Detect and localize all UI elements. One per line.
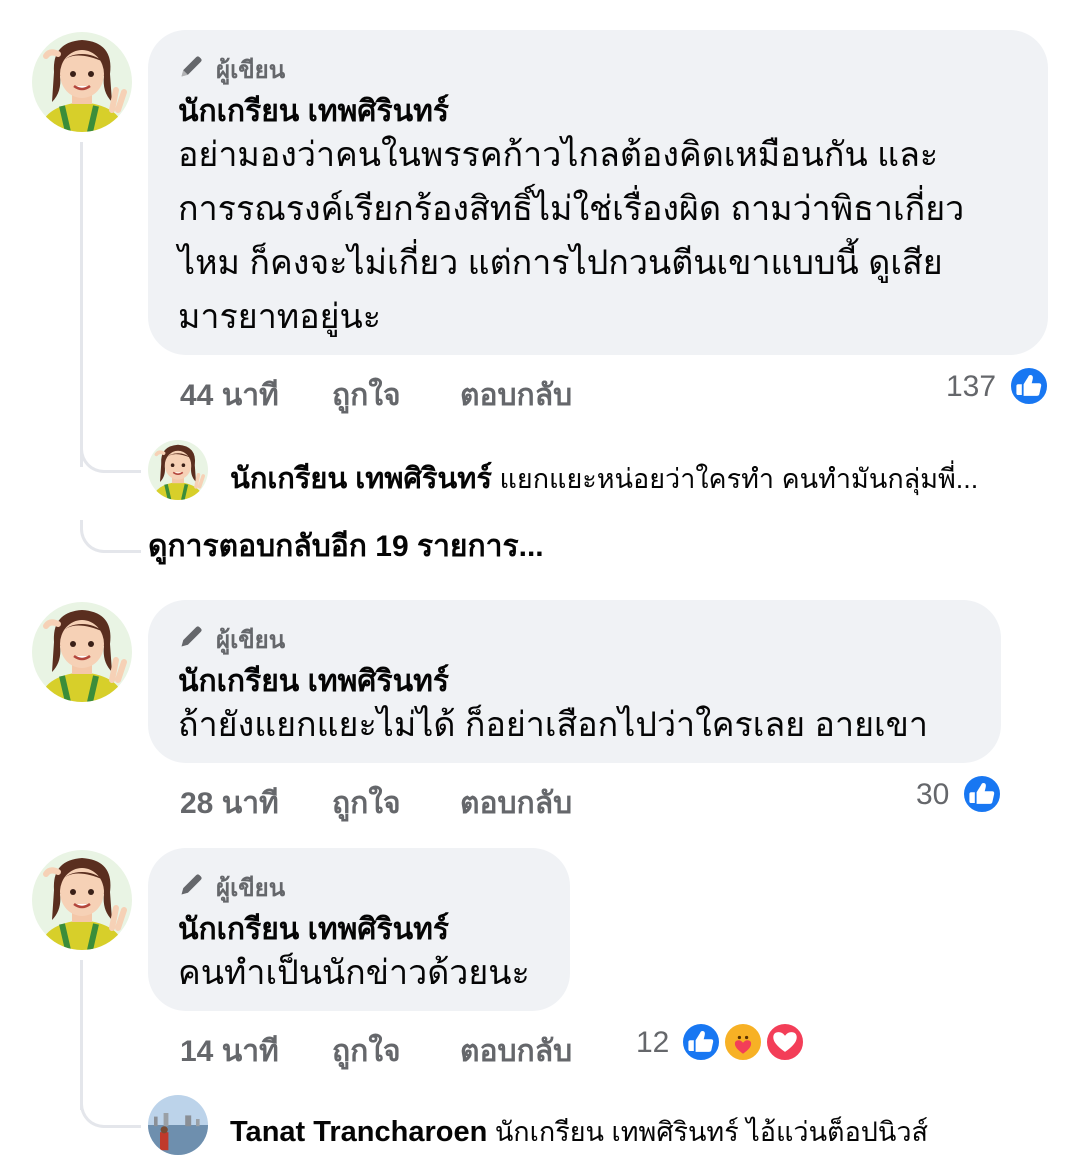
care-icon[interactable]	[722, 1021, 764, 1063]
comment-text: ถ้ายังแยกแยะไม่ได้ ก็อย่าเสือกไปว่าใครเล…	[178, 706, 928, 744]
author-badge: ผู้เขียน	[178, 50, 285, 89]
reply-avatar[interactable]	[148, 440, 208, 500]
author-badge-label: ผู้เขียน	[216, 627, 286, 654]
author-badge-label: ผู้เขียน	[216, 57, 286, 84]
comment-text: คนทำเป็นนักข่าวด้วยนะ	[178, 954, 530, 992]
reply-author[interactable]: นักเกรียน เทพศิรินทร์	[230, 463, 492, 495]
like-icon[interactable]	[961, 773, 1003, 815]
like-button[interactable]: ถูกใจ	[332, 780, 401, 827]
reply-button[interactable]: ตอบกลับ	[460, 780, 572, 827]
comment-bubble: ผู้เขียน นักเกรียน เทพศิรินทร์ อย่ามองว่…	[148, 30, 1048, 355]
reply-button[interactable]: ตอบกลับ	[460, 1028, 572, 1075]
comment-bubble: ผู้เขียน นักเกรียน เทพศิรินทร์ ถ้ายังแยก…	[148, 600, 1001, 763]
thread-line	[80, 960, 83, 1110]
like-button[interactable]: ถูกใจ	[332, 1028, 401, 1075]
like-icon[interactable]	[680, 1021, 722, 1063]
reaction-count[interactable]: 12	[636, 1026, 669, 1060]
reaction-count[interactable]: 137	[946, 370, 996, 404]
like-icon[interactable]	[1008, 365, 1050, 407]
comment-line: มารยาทอยู่นะ	[178, 298, 382, 336]
pencil-icon	[178, 870, 206, 905]
avatar[interactable]	[32, 602, 132, 702]
author-badge: ผู้เขียน	[178, 868, 285, 907]
comment-line: อย่ามองว่าคนในพรรคก้าวไกลต้องคิดเหมือนกั…	[178, 136, 939, 174]
pencil-icon	[178, 52, 206, 87]
reply-text: นักเกรียน เทพศิรินทร์ ไอ้แว่นต็อปนิวส์	[494, 1117, 929, 1147]
reply-text: แยกแยะหน่อยว่าใครทำ คนทำมันกลุ่มพี่...	[499, 464, 979, 494]
reply-avatar[interactable]	[148, 1095, 208, 1155]
avatar[interactable]	[32, 32, 132, 132]
thread-connector	[80, 440, 141, 473]
reaction-count[interactable]: 30	[916, 778, 949, 812]
like-button[interactable]: ถูกใจ	[332, 372, 401, 419]
reply-preview[interactable]: นักเกรียน เทพศิรินทร์ แยกแยะหน่อยว่าใครท…	[230, 455, 1050, 501]
reply-preview[interactable]: Tanat Trancharoen นักเกรียน เทพศิรินทร์ …	[230, 1110, 1070, 1153]
comment-time[interactable]: 28 นาที	[180, 780, 279, 827]
comment-text: อย่ามองว่าคนในพรรคก้าวไกลต้องคิดเหมือนกั…	[178, 128, 964, 344]
thread-connector	[80, 1095, 141, 1128]
view-more-replies[interactable]: ดูการตอบกลับอีก 19 รายการ...	[148, 523, 544, 570]
thread-connector	[80, 520, 141, 553]
love-icon[interactable]	[764, 1021, 806, 1063]
comment-line: ไหม ก็คงจะไม่เกี่ยว แต่การไปกวนตีนเขาแบบ…	[178, 244, 943, 282]
thread-line	[80, 142, 83, 467]
comment-line: การรณรงค์เรียกร้องสิทธิ์ไม่ใช่เรื่องผิด …	[178, 190, 965, 228]
author-badge-label: ผู้เขียน	[216, 875, 286, 902]
comment-time[interactable]: 44 นาที	[180, 372, 279, 419]
comment-bubble: ผู้เขียน นักเกรียน เทพศิรินทร์ คนทำเป็นน…	[148, 848, 570, 1011]
reply-button[interactable]: ตอบกลับ	[460, 372, 572, 419]
avatar[interactable]	[32, 850, 132, 950]
author-badge: ผู้เขียน	[178, 620, 285, 659]
pencil-icon	[178, 622, 206, 657]
reply-author[interactable]: Tanat Trancharoen	[230, 1116, 487, 1148]
comment-time[interactable]: 14 นาที	[180, 1028, 279, 1075]
